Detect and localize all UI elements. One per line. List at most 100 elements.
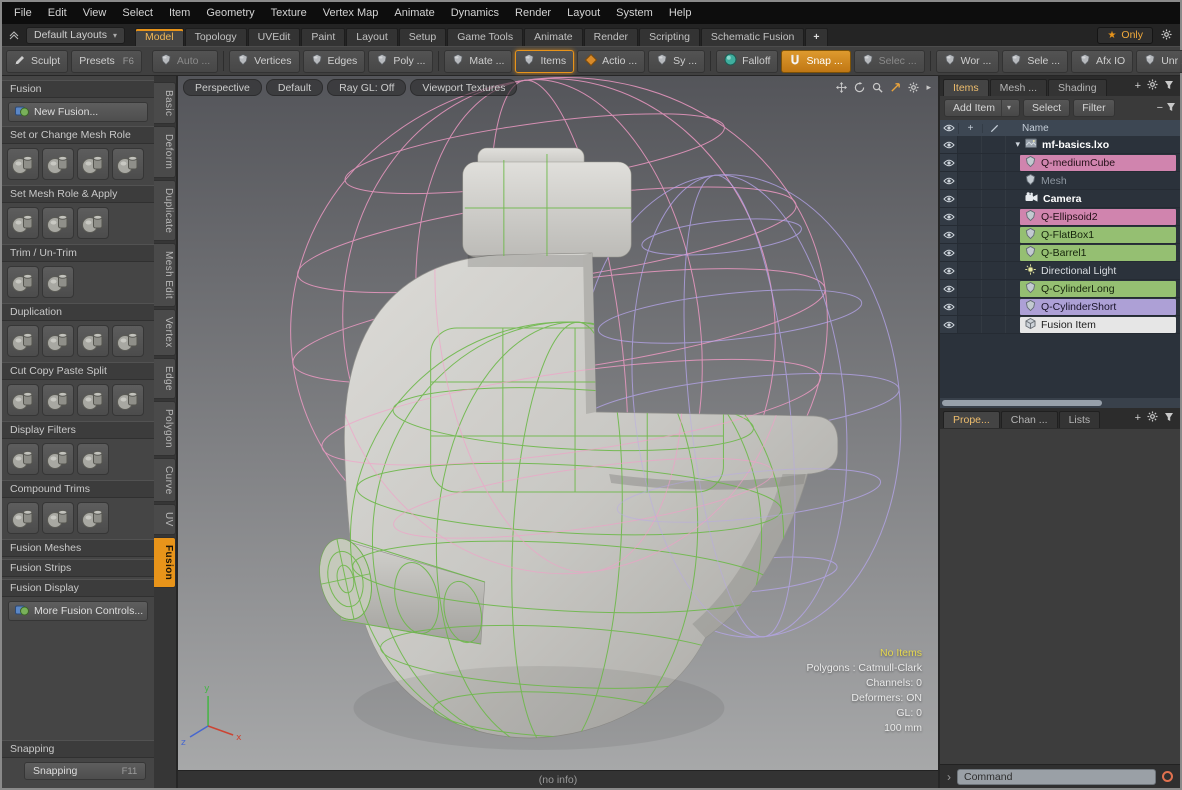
set-or-change-mesh-role-tool-1[interactable] [7,148,39,180]
viewport-button-perspective[interactable]: Perspective [183,79,262,96]
tool-tab-polygon[interactable]: Polygon [154,401,176,456]
lower-tab-prope[interactable]: Prope... [943,411,1000,428]
command-input[interactable] [957,769,1156,785]
visibility-eye-icon[interactable] [940,226,958,243]
orbit-icon[interactable] [854,82,865,93]
compound-trims-tool-1[interactable] [7,502,39,534]
menu-file[interactable]: File [6,2,40,24]
tool-tab-duplicate[interactable]: Duplicate [154,180,176,241]
item-row-q-barrel1[interactable]: Q-Barrel1 [940,244,1180,262]
layout-tab-setup[interactable]: Setup [399,28,446,46]
item-list-hscrollbar[interactable] [940,398,1180,408]
set-mesh-role-apply-tool-2[interactable] [42,207,74,239]
command-history-chevron[interactable]: › [947,770,951,784]
lower-tab-lists[interactable]: Lists [1059,411,1101,428]
sidebar-button-more-fusion-controls[interactable]: More Fusion Controls... [8,601,148,621]
item-row-camera[interactable]: Camera [940,190,1180,208]
item-row-directional-light[interactable]: Directional Light [940,262,1180,280]
add-layout-tab-button[interactable]: + [805,28,827,46]
trim-un-trim-tool-2[interactable] [42,266,74,298]
menu-system[interactable]: System [608,2,661,24]
3d-viewport[interactable]: y x z PerspectiveDefaultRay GL: OffViewp… [178,76,938,770]
item-row-q-mediumcube[interactable]: Q-mediumCube [940,154,1180,172]
menu-dynamics[interactable]: Dynamics [443,2,507,24]
tool-tab-uv[interactable]: UV [154,504,176,535]
menu-item[interactable]: Item [161,2,198,24]
layout-tab-scripting[interactable]: Scripting [639,28,700,46]
toolbar-button-sy[interactable]: Sy ... [648,50,705,73]
add-panel-tab-button[interactable]: + [1135,81,1141,92]
tool-tab-edge[interactable]: Edge [154,358,176,399]
pan-icon[interactable] [836,82,847,93]
toolbar-button-poly[interactable]: Poly ... [368,50,433,73]
menu-vertex-map[interactable]: Vertex Map [315,2,387,24]
visibility-eye-icon[interactable] [940,262,958,279]
panel-gear-icon[interactable] [1147,79,1158,93]
cut-copy-paste-split-tool-4[interactable] [112,384,144,416]
layout-tab-paint[interactable]: Paint [301,28,345,46]
menu-layout[interactable]: Layout [559,2,608,24]
compound-trims-tool-2[interactable] [42,502,74,534]
compound-trims-tool-3[interactable] [77,502,109,534]
tool-tab-deform[interactable]: Deform [154,126,176,177]
set-mesh-role-apply-tool-1[interactable] [7,207,39,239]
toolbar-button-afx-io[interactable]: Afx IO [1071,50,1133,73]
display-filters-tool-3[interactable] [77,443,109,475]
add-lower-tab-button[interactable]: + [1135,413,1141,424]
panel-tab-mesh[interactable]: Mesh ... [990,79,1047,96]
panel-filter-icon[interactable] [1164,80,1174,93]
menu-select[interactable]: Select [114,2,161,24]
menu-animate[interactable]: Animate [386,2,442,24]
panel-tab-shading[interactable]: Shading [1048,79,1107,96]
panel-tab-items[interactable]: Items [943,79,989,96]
duplication-tool-4[interactable] [112,325,144,357]
toolbar-button-snap[interactable]: Snap ... [781,50,850,73]
layout-tab-game-tools[interactable]: Game Tools [447,28,523,46]
lower-tab-chan[interactable]: Chan ... [1001,411,1058,428]
tool-tab-vertex[interactable]: Vertex [154,309,176,356]
trim-un-trim-tool-1[interactable] [7,266,39,298]
toolbar-button-falloff[interactable]: Falloff [716,50,778,73]
toolbar-button-items[interactable]: Items [515,50,574,73]
toolbar-button-edges[interactable]: Edges [303,50,366,73]
menu-render[interactable]: Render [507,2,559,24]
layout-tab-layout[interactable]: Layout [346,28,398,46]
tool-tab-mesh-edit[interactable]: Mesh Edit [154,243,176,307]
item-row-fusion-item[interactable]: Fusion Item [940,316,1180,334]
sidebar-button-new-fusion[interactable]: New Fusion... [8,102,148,122]
item-row-mesh[interactable]: Mesh [940,172,1180,190]
menu-help[interactable]: Help [661,2,700,24]
visibility-eye-icon[interactable] [940,316,958,333]
set-or-change-mesh-role-tool-3[interactable] [77,148,109,180]
toolbar-button-actio[interactable]: Actio ... [577,50,645,73]
viewport-button-default[interactable]: Default [266,79,323,96]
presets-button[interactable]: Presets F6 [71,50,142,73]
add-item-button[interactable]: Add Item ▾ [944,99,1020,117]
toolbar-button-unr[interactable]: Unr ... [1136,50,1182,73]
cut-copy-paste-split-tool-3[interactable] [77,384,109,416]
item-row-mf-basics-lxo[interactable]: ▾mf-basics.lxo [940,136,1180,154]
sculpt-button[interactable]: Sculpt [6,50,68,73]
visibility-eye-icon[interactable] [940,190,958,207]
maximize-icon[interactable] [890,82,901,93]
viewport-button-viewport-textures[interactable]: Viewport Textures [410,79,517,96]
toolbar-button-selec[interactable]: Selec ... [854,50,925,73]
menu-texture[interactable]: Texture [263,2,315,24]
menu-edit[interactable]: Edit [40,2,75,24]
layout-tab-render[interactable]: Render [584,28,638,46]
duplication-tool-3[interactable] [77,325,109,357]
display-filters-tool-1[interactable] [7,443,39,475]
record-macro-button[interactable] [1162,771,1173,782]
tool-tab-fusion[interactable]: Fusion [154,537,176,588]
item-row-q-flatbox1[interactable]: Q-FlatBox1 [940,226,1180,244]
layout-gear-icon[interactable] [1161,29,1172,43]
menu-view[interactable]: View [75,2,115,24]
cut-copy-paste-split-tool-1[interactable] [7,384,39,416]
list-filter-icon[interactable] [1166,102,1176,115]
layouts-menu-icon[interactable] [6,26,22,44]
toolbar-button-auto[interactable]: Auto ... [152,50,218,73]
layout-tab-uvedit[interactable]: UVEdit [248,28,301,46]
lower-gear-icon[interactable] [1147,411,1158,425]
layout-tab-topology[interactable]: Topology [185,28,247,46]
visibility-eye-icon[interactable] [940,244,958,261]
